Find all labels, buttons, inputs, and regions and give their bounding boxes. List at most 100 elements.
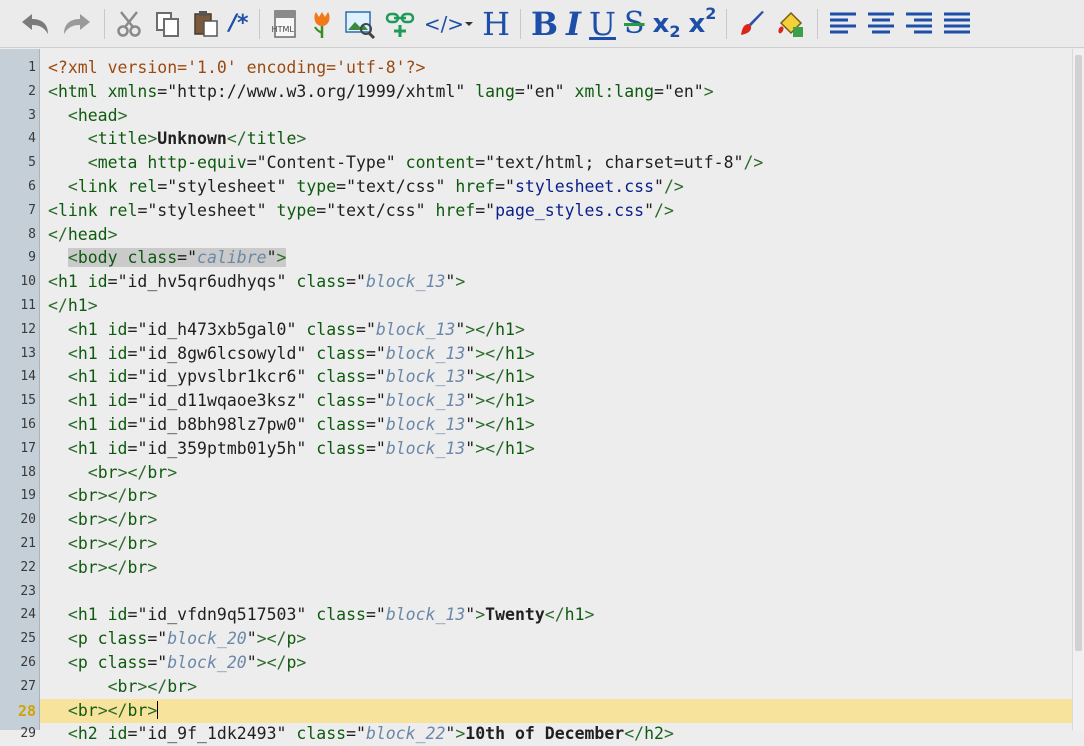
syntax-token-tag: p — [77, 629, 88, 649]
code-line[interactable]: 10 <h1 id="id_hv5qr6udhyqs" class="block_… — [0, 270, 1084, 294]
code-text[interactable]: <br></br> — [48, 508, 157, 532]
insert-link-button[interactable] — [380, 4, 420, 44]
insert-image-button[interactable] — [340, 4, 380, 44]
code-text[interactable]: <h1 id="id_8gw6lcsowyld" class="block_13… — [48, 342, 535, 366]
code-text[interactable]: <br></br> — [48, 699, 159, 723]
code-text[interactable]: <h1 id="id_359ptmb01y5h" class="block_13… — [48, 437, 535, 461]
cut-button[interactable] — [111, 4, 149, 44]
code-line[interactable]: 11 </h1> — [0, 294, 1084, 318]
code-text[interactable]: </head> — [48, 223, 118, 247]
code-line[interactable]: 4 <title>Unknown</title> — [0, 127, 1084, 151]
code-line[interactable]: 1 <?xml version='1.0' encoding='utf-8'?> — [0, 56, 1084, 80]
code-editor[interactable]: 1 <?xml version='1.0' encoding='utf-8'?> 2… — [0, 49, 1084, 743]
syntax-token-cls: block_13 — [385, 438, 466, 458]
paste-button[interactable] — [187, 4, 225, 44]
syntax-token-br: > — [147, 700, 158, 720]
align-center-button[interactable] — [862, 4, 900, 44]
code-line[interactable]: 18 <br></br> — [0, 461, 1084, 485]
paint-brush-button[interactable] — [733, 4, 771, 44]
insert-image-flower-button[interactable] — [304, 4, 340, 44]
code-line[interactable]: 16 <h1 id="id_b8bh98lz7pw0" class="block… — [0, 413, 1084, 437]
code-text[interactable]: <br></br> — [48, 556, 157, 580]
syntax-token-br: < — [67, 724, 78, 744]
syntax-token-ws — [48, 653, 68, 672]
heading-button[interactable]: H — [478, 4, 514, 44]
code-text[interactable]: <h1 id="id_b8bh98lz7pw0" class="block_13… — [48, 413, 535, 437]
scrollbar-thumb[interactable] — [1075, 55, 1082, 651]
code-line[interactable]: 17 <h1 id="id_359ptmb01y5h" class="block… — [0, 437, 1084, 461]
code-line[interactable]: 23 — [0, 580, 1084, 604]
code-line[interactable]: 19 <br></br> — [0, 484, 1084, 508]
code-line[interactable]: 9 <body class="calibre"> — [0, 246, 1084, 270]
code-line[interactable]: 15 <h1 id="id_d11wqaoe3ksz" class="block… — [0, 389, 1084, 413]
undo-button[interactable] — [14, 4, 56, 44]
line-number: 14 — [20, 369, 36, 385]
code-text[interactable]: <head> — [48, 104, 128, 128]
code-line[interactable]: 27 <br></br> — [0, 675, 1084, 699]
code-text[interactable]: </h1> — [48, 294, 98, 318]
code-line[interactable]: 7 <link rel="stylesheet" type="text/css" … — [0, 199, 1084, 223]
code-line[interactable]: 5 <meta http-equiv="Content-Type" conten… — [0, 151, 1084, 175]
underline-button[interactable]: U — [585, 4, 620, 44]
code-line[interactable]: 26 <p class="block_20"></p> — [0, 651, 1084, 675]
code-line[interactable]: 13 <h1 id="id_8gw6lcsowyld" class="block… — [0, 342, 1084, 366]
code-text[interactable]: <link rel="stylesheet" type="text/css" h… — [48, 199, 674, 223]
code-line[interactable]: 20 <br></br> — [0, 508, 1084, 532]
syntax-token-br: > — [147, 486, 158, 506]
vertical-scrollbar[interactable] — [1072, 49, 1084, 730]
code-text[interactable]: <h1 id="id_ypvslbr1kcr6" class="block_13… — [48, 365, 535, 389]
bold-button[interactable]: B — [527, 4, 562, 44]
syntax-token-str: "en" — [663, 81, 704, 101]
code-text[interactable]: <br></br> — [48, 532, 157, 556]
code-line[interactable]: 22 <br></br> — [0, 556, 1084, 580]
toolbar-separator — [104, 8, 105, 39]
code-line[interactable]: 2 <html xmlns="http://www.w3.org/1999/xht… — [0, 80, 1084, 104]
redo-button[interactable] — [56, 4, 98, 44]
code-text[interactable]: <?xml version='1.0' encoding='utf-8'?> — [48, 56, 426, 80]
code-text[interactable]: <html xmlns="http://www.w3.org/1999/xhtm… — [48, 80, 714, 104]
code-text[interactable]: <h1 id="id_h473xb5gal0" class="block_13"… — [48, 318, 525, 342]
code-line[interactable]: 29 <h2 id="id_9f_1dk2493" class="block_2… — [0, 722, 1084, 746]
align-justify-button[interactable] — [938, 4, 976, 44]
syntax-token-str: " — [246, 629, 257, 649]
code-text[interactable]: <title>Unknown</title> — [48, 127, 307, 151]
clear-styles-button[interactable] — [771, 4, 811, 44]
copy-button[interactable] — [149, 4, 187, 44]
code-text[interactable]: <link rel="stylesheet" type="text/css" h… — [48, 175, 684, 199]
code-text[interactable]: <body class="calibre"> — [48, 246, 287, 270]
syntax-token-eq: = — [127, 319, 138, 339]
insert-tag-button[interactable]: </> — [420, 4, 478, 44]
subscript-button[interactable]: x 2 — [649, 4, 685, 44]
code-text[interactable]: <h2 id="id_9f_1dk2493" class="block_22">… — [48, 722, 674, 746]
code-text[interactable]: <br></br> — [48, 484, 157, 508]
code-line[interactable]: 8 </head> — [0, 223, 1084, 247]
code-line[interactable]: 21 <br></br> — [0, 532, 1084, 556]
align-left-button[interactable] — [824, 4, 862, 44]
matched-tag-highlight: <body class="calibre"> — [67, 248, 287, 268]
code-text[interactable]: <h1 id="id_d11wqaoe3ksz" class="block_13… — [48, 389, 535, 413]
code-text[interactable]: <br></br> — [48, 461, 177, 485]
syntax-token-cls: block_13 — [385, 367, 466, 387]
code-line[interactable]: 6 <link rel="stylesheet" type="text/css"… — [0, 175, 1084, 199]
code-line[interactable]: 12 <h1 id="id_h473xb5gal0" class="block_… — [0, 318, 1084, 342]
code-line[interactable]: 25 <p class="block_20"></p> — [0, 627, 1084, 651]
code-text[interactable]: <p class="block_20"></p> — [48, 627, 306, 651]
code-text[interactable]: <h1 id="id_hv5qr6udhyqs" class="block_13… — [48, 270, 465, 294]
align-right-button[interactable] — [900, 4, 938, 44]
syntax-token-attr: id — [97, 415, 128, 434]
syntax-token-attr: lang — [465, 81, 515, 101]
code-line[interactable]: 3 <head> — [0, 104, 1084, 128]
strikethrough-button[interactable]: S — [620, 4, 649, 44]
code-line[interactable]: 24 <h1 id="id_vfdn9q517503" class="block… — [0, 603, 1084, 627]
code-text[interactable]: <p class="block_20"></p> — [48, 651, 306, 675]
italic-button[interactable]: I — [562, 4, 585, 44]
code-line[interactable]: 28 <br></br> — [18, 698, 1072, 723]
code-text[interactable]: <meta http-equiv="Content-Type" content=… — [48, 151, 764, 175]
comment-button[interactable]: /* — [225, 4, 253, 44]
code-text[interactable]: <br></br> — [48, 675, 197, 699]
undo-icon — [22, 13, 48, 34]
code-line[interactable]: 14 <h1 id="id_ypvslbr1kcr6" class="block… — [0, 365, 1084, 389]
code-text[interactable]: <h1 id="id_vfdn9q517503" class="block_13… — [48, 603, 595, 627]
superscript-button[interactable]: x 2 — [684, 4, 720, 44]
syntax-token-br: ></ — [256, 629, 287, 649]
